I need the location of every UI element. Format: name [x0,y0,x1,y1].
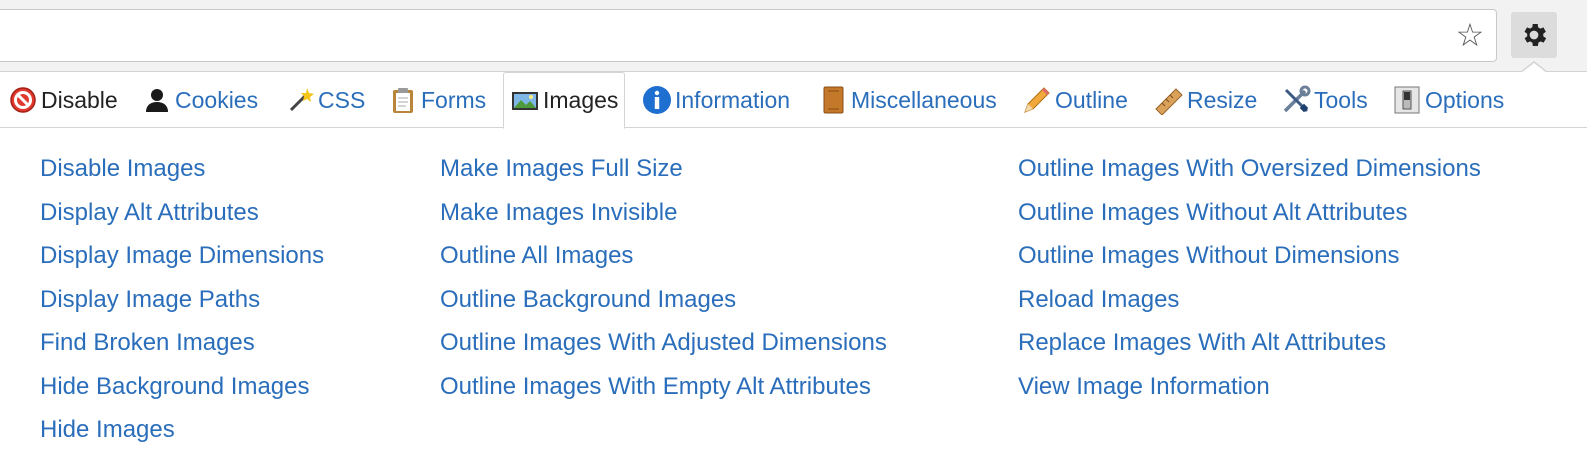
menu-column-3: Outline Images With Oversized Dimensions… [1018,150,1481,411]
tab-label: CSS [318,86,366,113]
tab-tools[interactable]: Tools [1281,72,1368,128]
menu-item-make-images-invisible[interactable]: Make Images Invisible [440,194,887,238]
tab-label: Resize [1187,86,1258,113]
tab-label: Forms [421,86,487,113]
tab-label: Disable [41,86,118,113]
magic-wand-icon [285,85,315,115]
clipboard-icon [388,85,418,115]
menu-item-make-images-full-size[interactable]: Make Images Full Size [440,150,887,194]
tab-label: Tools [1314,86,1368,113]
ruler-icon [1154,85,1184,115]
menu-item-outline-images-oversized-dimensions[interactable]: Outline Images With Oversized Dimensions [1018,150,1481,194]
tab-resize[interactable]: Resize [1154,72,1257,128]
menu-item-outline-images-adjusted-dimensions[interactable]: Outline Images With Adjusted Dimensions [440,324,887,368]
tab-forms[interactable]: Forms [388,72,486,128]
menu-column-2: Make Images Full Size Make Images Invisi… [440,150,887,411]
tab-label: Outline [1055,86,1128,113]
no-entry-icon [8,85,38,115]
menu-item-outline-background-images[interactable]: Outline Background Images [440,281,887,325]
tab-label: Images [543,87,619,113]
tab-cookies[interactable]: Cookies [142,72,258,128]
menu-item-display-image-dimensions[interactable]: Display Image Dimensions [40,237,324,281]
tab-options[interactable]: Options [1392,72,1504,128]
book-icon [818,85,848,115]
pencil-icon [1022,85,1052,115]
menu-item-display-alt-attributes[interactable]: Display Alt Attributes [40,194,324,238]
menu-item-replace-images-with-alt[interactable]: Replace Images With Alt Attributes [1018,324,1481,368]
tab-label: Miscellaneous [851,86,997,113]
tab-css[interactable]: CSS [285,72,365,128]
menu-item-outline-images-without-dimensions[interactable]: Outline Images Without Dimensions [1018,237,1481,281]
switch-icon [1392,85,1422,115]
tab-label: Cookies [175,86,259,113]
tab-miscellaneous[interactable]: Miscellaneous [818,72,997,128]
tab-images[interactable]: Images [503,72,626,129]
menu-item-outline-images-empty-alt[interactable]: Outline Images With Empty Alt Attributes [440,368,887,412]
picture-icon [510,86,540,116]
menu-item-reload-images[interactable]: Reload Images [1018,281,1481,325]
menu-item-hide-background-images[interactable]: Hide Background Images [40,368,324,412]
gear-icon [1524,24,1547,46]
tab-label: Information [675,86,791,113]
tab-label: Options [1425,86,1505,113]
menu-item-outline-all-images[interactable]: Outline All Images [440,237,887,281]
menu-item-disable-images[interactable]: Disable Images [40,150,324,194]
menu-item-display-image-paths[interactable]: Display Image Paths [40,281,324,325]
wrench-screwdriver-icon [1281,85,1311,115]
menu-item-hide-images[interactable]: Hide Images [40,411,324,455]
menu-item-view-image-information[interactable]: View Image Information [1018,368,1481,412]
extension-button[interactable] [1511,12,1557,58]
tab-outline[interactable]: Outline [1022,72,1128,128]
star-icon[interactable]: ☆ [1450,15,1490,55]
menu-column-1: Disable Images Display Alt Attributes Di… [40,150,324,455]
menu-item-find-broken-images[interactable]: Find Broken Images [40,324,324,368]
tab-bar: Disable Cookies CSS Forms Images Informa… [0,72,1587,129]
person-icon [142,85,172,115]
browser-toolbar: ☆ [0,0,1587,72]
info-icon [642,85,672,115]
menu-item-outline-images-without-alt[interactable]: Outline Images Without Alt Attributes [1018,194,1481,238]
address-bar[interactable] [0,9,1497,62]
tab-information[interactable]: Information [642,72,790,128]
tab-disable[interactable]: Disable [8,72,118,128]
